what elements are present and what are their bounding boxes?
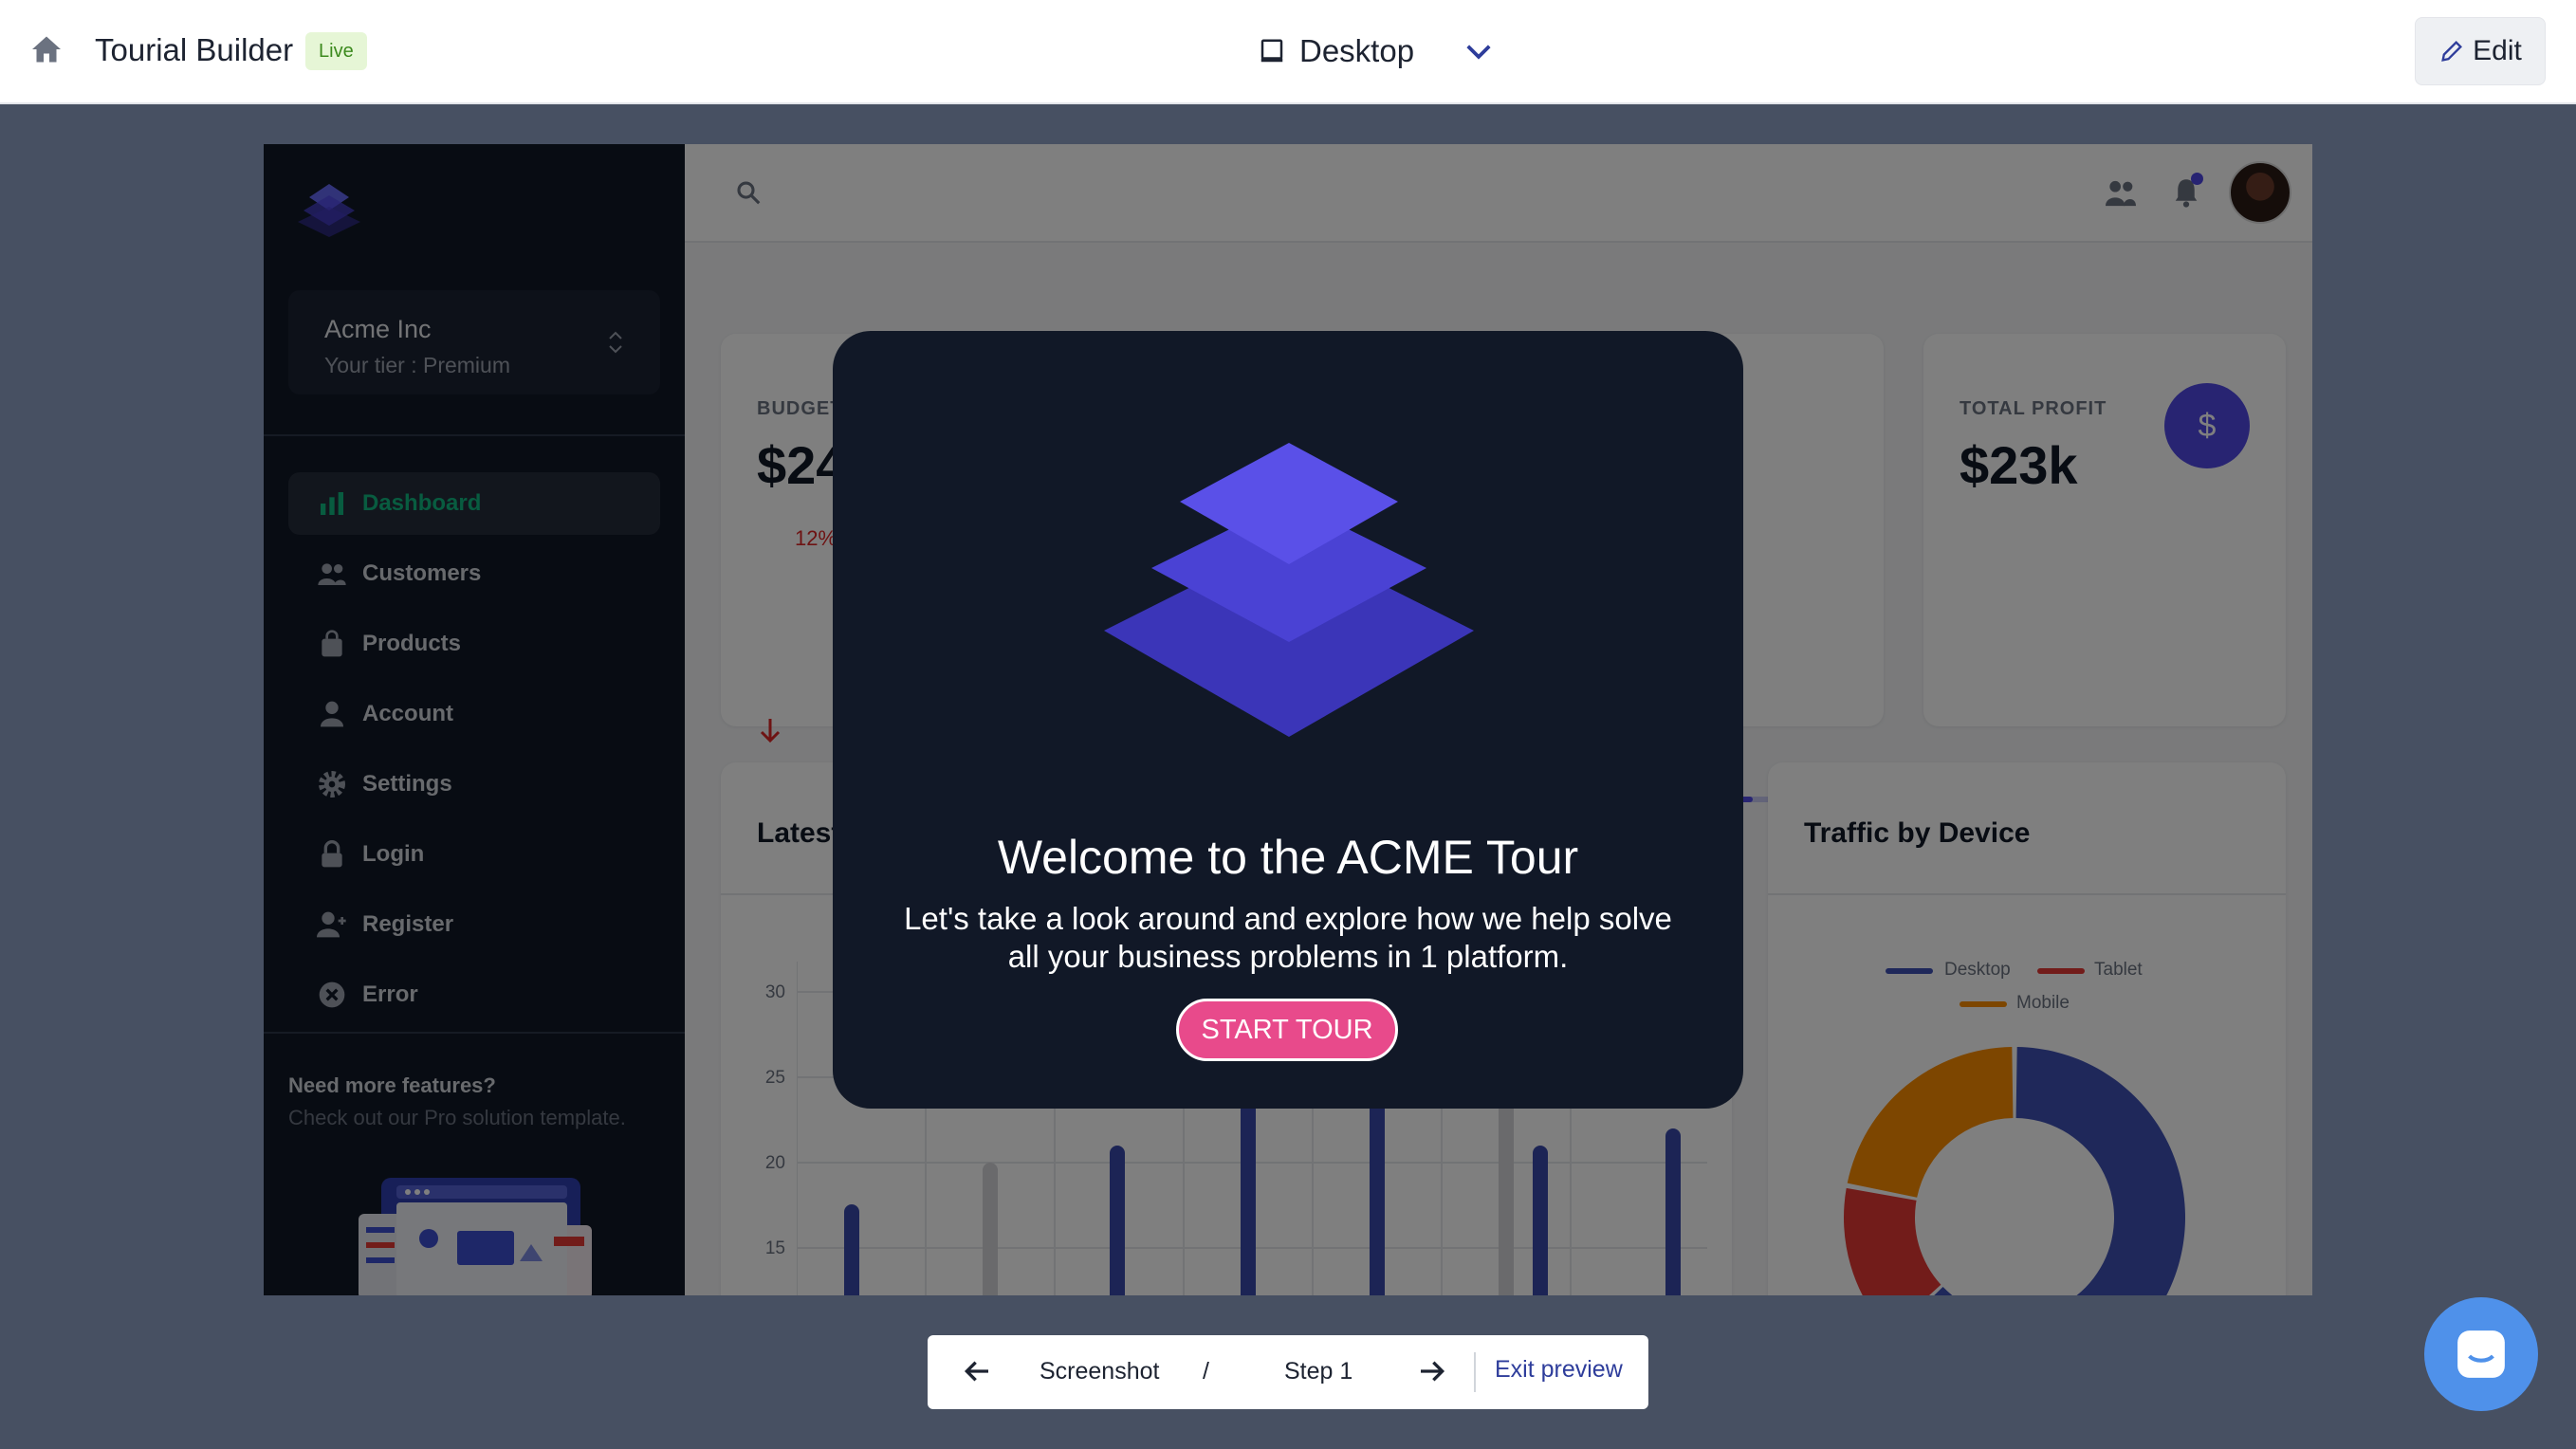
breadcrumb-step: Step 1 bbox=[1284, 1358, 1353, 1385]
chat-launcher-button[interactable] bbox=[2424, 1297, 2538, 1411]
device-selector[interactable]: Desktop bbox=[1258, 27, 1414, 76]
home-icon[interactable] bbox=[28, 32, 64, 66]
breadcrumb-screenshot: Screenshot bbox=[1040, 1358, 1160, 1385]
laptop-icon bbox=[1260, 39, 1283, 63]
modal-title: Welcome to the ACME Tour bbox=[997, 831, 1579, 884]
arrow-left-icon[interactable] bbox=[962, 1356, 992, 1386]
pencil-icon bbox=[2441, 41, 2463, 62]
status-badge: Live bbox=[305, 32, 367, 70]
builder-topbar: Tourial Builder Live Desktop Edit bbox=[0, 0, 2576, 104]
breadcrumb-separator: / bbox=[1203, 1358, 1209, 1385]
start-tour-button[interactable]: START TOUR bbox=[1176, 999, 1398, 1061]
welcome-modal: Welcome to the ACME Tour Let's take a lo… bbox=[833, 331, 1743, 1109]
app-title: Tourial Builder bbox=[95, 32, 294, 67]
logo-icon bbox=[1104, 443, 1474, 737]
edit-label: Edit bbox=[2473, 35, 2522, 66]
exit-preview-link[interactable]: Exit preview bbox=[1495, 1356, 1623, 1384]
chat-icon bbox=[2457, 1330, 2505, 1378]
edit-button[interactable]: Edit bbox=[2415, 17, 2546, 85]
arrow-right-icon[interactable] bbox=[1417, 1356, 1447, 1386]
device-label: Desktop bbox=[1299, 33, 1415, 68]
chevron-down-icon[interactable] bbox=[1464, 42, 1493, 63]
preview-navigation: Screenshot / Step 1 Exit preview bbox=[928, 1335, 1648, 1409]
divider bbox=[1474, 1352, 1476, 1392]
modal-text: Let's take a look around and explore how… bbox=[904, 901, 1672, 974]
